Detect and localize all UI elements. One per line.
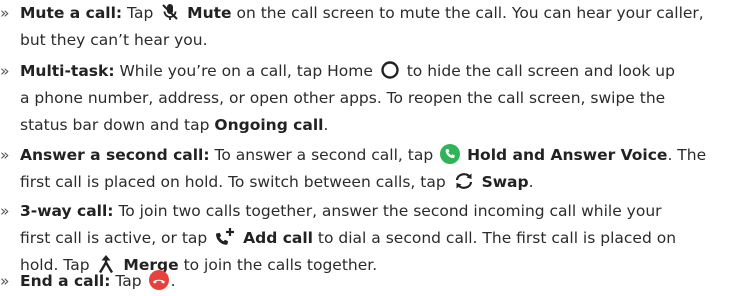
bullet: » [0, 146, 10, 164]
list-item-mute: » Mute a call: Tap Mute on the call scree… [0, 0, 704, 54]
list-item-answer-second: » Answer a second call: To answer a secon… [0, 142, 706, 196]
bullet: » [0, 4, 10, 22]
end-call-icon [148, 269, 169, 290]
home-circle-icon [380, 60, 400, 80]
call-instructions: » Mute a call: Tap Mute on the call scree… [0, 0, 730, 296]
swap-icon [453, 171, 475, 191]
list-item-3way: » 3-way call: To join two calls together,… [0, 198, 676, 279]
list-item-end-call: » End a call: Tap . [0, 268, 176, 295]
mic-off-icon [160, 2, 180, 22]
bullet: » [0, 272, 10, 290]
bullet: » [0, 62, 10, 80]
add-call-icon [214, 227, 236, 247]
term-answer-second: Answer a second call: [20, 146, 210, 164]
term-3way: 3-way call: [20, 202, 114, 220]
answer-call-icon [440, 143, 461, 164]
bullet: » [0, 202, 10, 220]
term-end-call: End a call: [20, 272, 111, 290]
list-item-multitask: » Multi-task: While you’re on a call, tap… [0, 58, 675, 139]
term-mute: Mute a call: [20, 4, 123, 22]
term-multitask: Multi-task: [20, 62, 115, 80]
